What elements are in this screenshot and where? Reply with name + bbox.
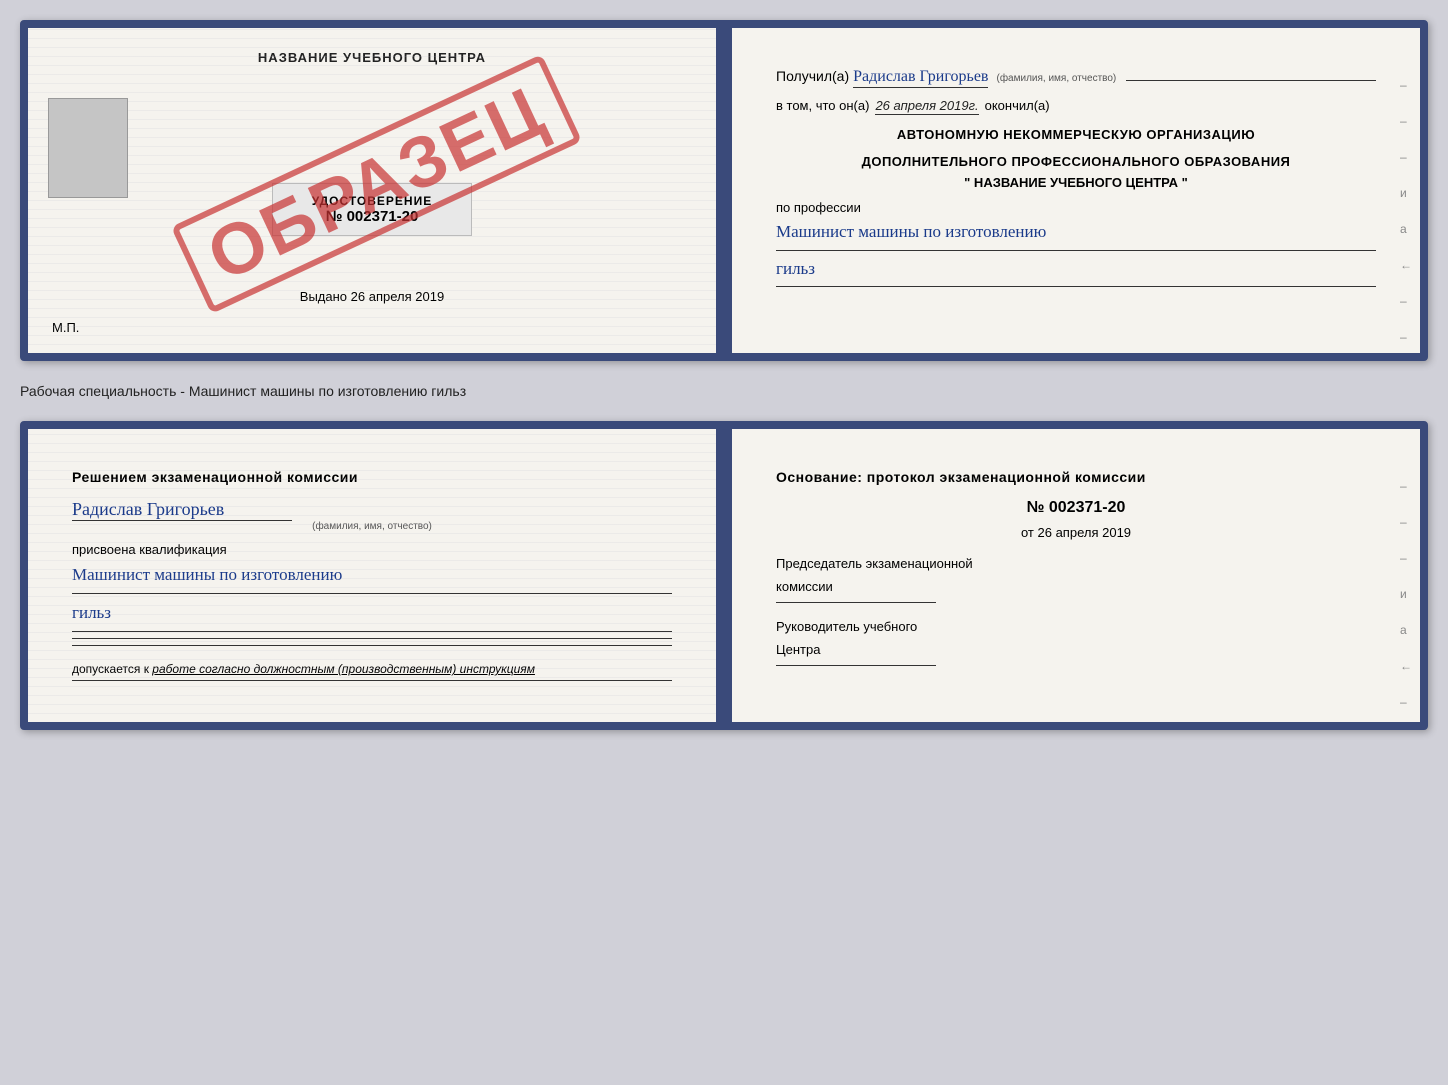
udostoverenie-number: № 002371-20: [289, 208, 455, 225]
poluchil-sub: (фамилия, имя, отчество): [996, 73, 1116, 84]
osnovanie-block: Основание: протокол экзаменационной коми…: [756, 451, 1396, 700]
stamp-area: УДОСТОВЕРЕНИЕ № 002371-20 ОБРАЗЕЦ: [52, 79, 692, 279]
profession-underline2: [776, 286, 1376, 287]
udostoverenie-block: УДОСТОВЕРЕНИЕ № 002371-20: [272, 183, 472, 236]
top-card-left: НАЗВАНИЕ УЧЕБНОГО ЦЕНТРА УДОСТОВЕРЕНИЕ №…: [28, 28, 718, 353]
dash-after-name: [1126, 80, 1376, 81]
bottom-right-side-dashes: – – – и а ← – – –: [1400, 479, 1412, 730]
predsedatel-line2: комиссии: [776, 579, 1376, 594]
poluchil-name: Радислав Григорьев: [853, 68, 988, 88]
right-side-dashes: – – – и а ← – – –: [1400, 78, 1412, 361]
bottom-name-sub: (фамилия, имя, отчество): [72, 521, 672, 532]
poluchil-line: Получил(а) Радислав Григорьев (фамилия, …: [776, 68, 1376, 88]
dopuskaetsya-italic: работе согласно должностным (производств…: [152, 662, 535, 676]
vtom-prefix: в том, что он(а): [776, 98, 869, 113]
org-line1: АВТОНОМНУЮ НЕКОММЕРЧЕСКУЮ ОРГАНИЗАЦИЮ: [776, 127, 1376, 142]
qual-underline3: [72, 638, 672, 639]
dopuskaetsya-prefix: допускается к: [72, 662, 149, 676]
page-container: НАЗВАНИЕ УЧЕБНОГО ЦЕНТРА УДОСТОВЕРЕНИЕ №…: [20, 20, 1428, 730]
protocol-number: № 002371-20: [776, 499, 1376, 517]
poluchil-prefix: Получил(а): [776, 68, 849, 84]
bottom-document-card: Решением экзаменационной комиссии Радисл…: [20, 421, 1428, 730]
qual-underline2: [72, 631, 672, 632]
mp-label: М.П.: [52, 320, 692, 335]
profession-underline1: [776, 250, 1376, 251]
org-name: " НАЗВАНИЕ УЧЕБНОГО ЦЕНТРА ": [776, 175, 1376, 190]
qual-underline1: [72, 593, 672, 594]
bottom-card-right: Основание: протокол экзаменационной коми…: [732, 429, 1420, 722]
bottom-card-left: Решением экзаменационной комиссии Радисл…: [28, 429, 718, 722]
udostoverenie-title: УДОСТОВЕРЕНИЕ: [289, 194, 455, 208]
bottom-name: Радислав Григорьев: [72, 499, 292, 521]
profession-line2: гильз: [776, 256, 1376, 282]
between-label: Рабочая специальность - Машинист машины …: [20, 379, 1428, 403]
osnovanie-title: Основание: протокол экзаменационной коми…: [776, 469, 1376, 485]
rukovoditel-line2: Центра: [776, 642, 1376, 657]
vydano-line: Выдано 26 апреля 2019: [52, 289, 692, 304]
top-card-right: Получил(а) Радислав Григорьев (фамилия, …: [732, 28, 1420, 353]
top-document-card: НАЗВАНИЕ УЧЕБНОГО ЦЕНТРА УДОСТОВЕРЕНИЕ №…: [20, 20, 1428, 361]
protocol-date-value: 26 апреля 2019: [1038, 525, 1132, 540]
vtom-date: 26 апреля 2019г.: [875, 98, 978, 115]
vtom-line: в том, что он(а) 26 апреля 2019г. окончи…: [776, 98, 1376, 115]
resheniem-title: Решением экзаменационной комиссии: [72, 469, 672, 485]
okoncil-word: окончил(а): [985, 98, 1050, 113]
rukovoditel-line1: Руководитель учебного: [776, 619, 1376, 634]
protocol-date-prefix: от: [1021, 525, 1034, 540]
rukovoditel-sig-line: [776, 665, 936, 666]
po-professii-label: по профессии: [776, 200, 1376, 215]
bottom-name-block: Радислав Григорьев (фамилия, имя, отчест…: [72, 499, 672, 532]
org-line2: ДОПОЛНИТЕЛЬНОГО ПРОФЕССИОНАЛЬНОГО ОБРАЗО…: [776, 154, 1376, 169]
protocol-date: от 26 апреля 2019: [776, 525, 1376, 540]
predsedatel-sig-line: [776, 602, 936, 603]
predsedatel-line1: Председатель экзаменационной: [776, 556, 1376, 571]
qualification-line2: гильз: [72, 599, 672, 626]
profession-line1: Машинист машины по изготовлению: [776, 219, 1376, 245]
qual-underline4: [72, 645, 672, 646]
bottom-card-spine: [718, 429, 732, 722]
top-card-spine: [718, 28, 732, 353]
right-content-top: Получил(а) Радислав Григорьев (фамилия, …: [756, 50, 1396, 310]
prisvoena-label: присвоена квалификация: [72, 542, 672, 557]
dopusk-underline: [72, 680, 672, 681]
top-left-title: НАЗВАНИЕ УЧЕБНОГО ЦЕНТРА: [52, 50, 692, 65]
qualification-line1: Машинист машины по изготовлению: [72, 561, 672, 588]
vydano-text: Выдано 26 апреля 2019: [300, 289, 444, 304]
dopuskaetsya-line: допускается к работе согласно должностны…: [72, 662, 672, 676]
resheniem-block: Решением экзаменационной комиссии Радисл…: [52, 451, 692, 704]
